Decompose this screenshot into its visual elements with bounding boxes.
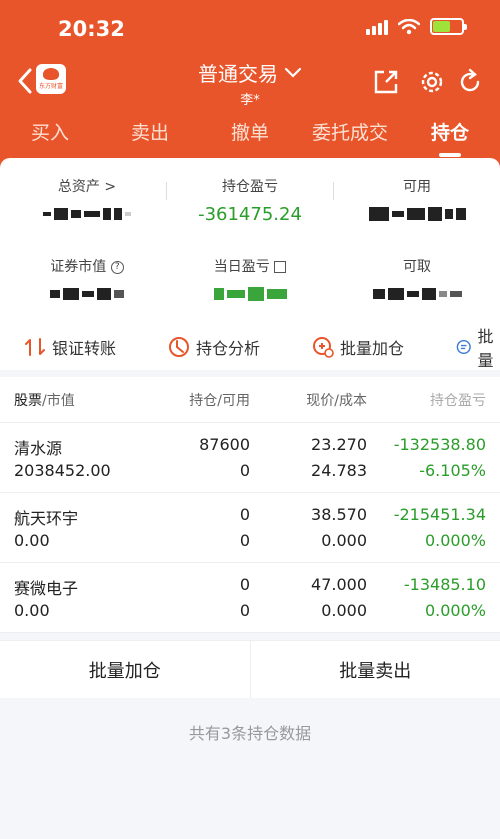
pl-percent: 0.000% — [424, 601, 486, 620]
settings-gear-icon[interactable] — [418, 68, 446, 96]
position-pl-label: 持仓盈亏 — [222, 179, 278, 195]
position-analysis-label: 持仓分析 — [196, 339, 261, 358]
market-value-label: 证券市值 — [50, 259, 107, 275]
tab-buy[interactable]: 买入 — [0, 118, 100, 145]
clock-chart-icon — [169, 337, 189, 357]
available-funds: 可用 — [334, 176, 500, 226]
market-value-masked — [4, 282, 170, 306]
table-header: 股票/市值 持仓/可用 现价/成本 持仓盈亏 — [0, 377, 500, 423]
available-masked — [334, 202, 500, 226]
stock-name: 赛微电子 — [14, 579, 79, 598]
current-price: 47.000 — [311, 575, 367, 594]
header-price[interactable]: 现价/成本 — [306, 390, 367, 410]
help-circle-icon[interactable]: ? — [110, 260, 124, 274]
status-time: 20:32 — [58, 17, 125, 41]
transfer-icon — [25, 338, 45, 356]
wifi-icon — [398, 18, 420, 34]
holdings-count-note: 共有3条持仓数据 — [188, 724, 312, 743]
holdings-table: 股票/市值 持仓/可用 现价/成本 持仓盈亏 清水源 2038452.00 87… — [0, 377, 500, 633]
batch-add-action[interactable]: 批量加仓 — [312, 335, 404, 359]
daily-pl-masked — [167, 282, 333, 306]
tab-orders[interactable]: 委托成交 — [300, 118, 400, 145]
pl-percent: -6.105% — [419, 461, 486, 480]
pl-amount: -13485.10 — [403, 575, 486, 594]
pl-percent: 0.000% — [424, 531, 486, 550]
header-position[interactable]: 持仓/可用 — [189, 390, 250, 410]
table-row[interactable]: 清水源 2038452.00 87600 0 23.270 24.783 -13… — [0, 423, 500, 493]
tab-cancel[interactable]: 撤单 — [200, 118, 300, 145]
total-assets[interactable]: 总资产 > — [4, 176, 170, 226]
available-qty: 0 — [239, 601, 250, 620]
bottom-action-bar: 批量加仓 批量卖出 — [0, 640, 500, 698]
position-pl: 持仓盈亏 -361475.24 — [167, 176, 333, 226]
stock-name: 清水源 — [14, 439, 63, 458]
position-qty: 0 — [239, 575, 250, 594]
total-assets-label: 总资产 — [57, 179, 100, 195]
position-analysis-button[interactable]: 持仓分析 — [168, 335, 260, 359]
quick-actions: 银证转账 持仓分析 批量加仓 批量 — [0, 327, 500, 370]
cost-price: 0.000 — [321, 531, 367, 550]
chevron-right-icon: > — [104, 179, 117, 195]
daily-pl: 当日盈亏 — [167, 256, 333, 306]
available-qty: 0 — [239, 531, 250, 550]
position-pl-value: -361475.24 — [198, 203, 302, 225]
cost-price: 0.000 — [321, 601, 367, 620]
battery-icon — [430, 18, 467, 35]
withdrawable: 可取 — [334, 256, 500, 306]
signal-icon — [366, 19, 388, 35]
share-icon[interactable] — [372, 68, 400, 96]
position-qty: 0 — [239, 505, 250, 524]
list-icon — [456, 339, 471, 355]
current-price: 23.270 — [311, 435, 367, 454]
total-assets-masked — [4, 202, 170, 226]
daily-pl-label: 当日盈亏 — [213, 259, 270, 275]
add-coin-icon — [313, 337, 334, 358]
pl-amount: -215451.34 — [393, 505, 486, 524]
share-small-icon[interactable] — [274, 261, 287, 273]
withdrawable-masked — [334, 282, 500, 306]
table-row[interactable]: 赛微电子 0.00 0 0 47.000 0.000 -13485.10 0.0… — [0, 563, 500, 633]
available-label: 可用 — [403, 179, 431, 195]
market-value: 2038452.00 — [14, 461, 111, 480]
pl-amount: -132538.80 — [393, 435, 486, 454]
page-title[interactable]: 普通交易 — [198, 58, 278, 87]
status-icons — [366, 18, 467, 35]
cost-price: 24.783 — [311, 461, 367, 480]
stock-name: 航天环宇 — [14, 509, 79, 528]
header-stock[interactable]: 股票/市值 — [14, 390, 75, 410]
tab-sell[interactable]: 卖出 — [100, 118, 200, 145]
refresh-icon[interactable] — [456, 68, 484, 96]
header-pl[interactable]: 持仓盈亏 — [430, 390, 486, 410]
tab-positions[interactable]: 持仓 — [400, 118, 500, 157]
market-value: 0.00 — [14, 531, 50, 550]
withdrawable-label: 可取 — [403, 259, 431, 275]
batch-sell-button[interactable]: 批量卖出 — [249, 641, 500, 698]
bank-transfer-label: 银证转账 — [52, 339, 117, 358]
batch-add-button[interactable]: 批量加仓 — [0, 641, 250, 698]
batch-more-action[interactable]: 批量 — [456, 323, 500, 371]
batch-more-label: 批量 — [477, 327, 494, 370]
securities-market-value: 证券市值 ? — [4, 256, 170, 306]
batch-add-action-label: 批量加仓 — [340, 339, 405, 358]
trade-tabs: 买入 卖出 撤单 委托成交 持仓 — [0, 118, 500, 157]
current-price: 38.570 — [311, 505, 367, 524]
app-header: 20:32 东方财富 普通交易 李* 买入 卖出 撤单 委托成交 持仓 — [0, 0, 500, 178]
table-row[interactable]: 航天环宇 0.00 0 0 38.570 0.000 -215451.34 0.… — [0, 493, 500, 563]
market-value: 0.00 — [14, 601, 50, 620]
available-qty: 0 — [239, 461, 250, 480]
bank-transfer-button[interactable]: 银证转账 — [24, 335, 116, 359]
chevron-down-icon[interactable] — [284, 67, 302, 79]
position-qty: 87600 — [199, 435, 250, 454]
